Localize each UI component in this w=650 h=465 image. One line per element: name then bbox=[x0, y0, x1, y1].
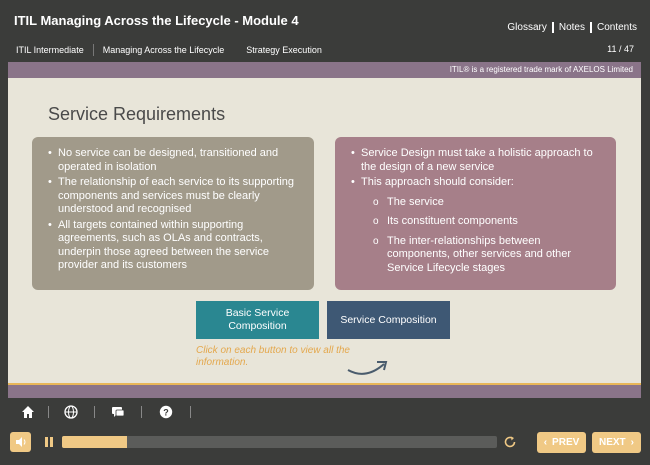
basic-service-composition-button[interactable]: Basic Service Composition bbox=[196, 301, 319, 339]
progress-bar[interactable] bbox=[62, 436, 497, 448]
list-item: All targets contained within supporting … bbox=[48, 219, 298, 273]
replay-icon[interactable] bbox=[503, 435, 517, 449]
course-title: ITIL Managing Across the Lifecycle - Mod… bbox=[14, 13, 299, 28]
list-item: No service can be designed, transitioned… bbox=[48, 147, 298, 174]
player-controls: ‹ PREV NEXT › bbox=[0, 426, 650, 465]
slide-title: Service Requirements bbox=[48, 104, 226, 124]
list-item: This approach should consider: bbox=[351, 176, 600, 190]
home-icon[interactable] bbox=[20, 404, 36, 420]
slide-top-bar: ITIL® is a registered trade mark of AXEL… bbox=[8, 62, 641, 78]
left-info-box: No service can be designed, transitioned… bbox=[32, 137, 314, 290]
chat-icon[interactable] bbox=[110, 404, 126, 420]
breadcrumb: ITIL Intermediate Managing Across the Li… bbox=[16, 44, 322, 56]
svg-text:?: ? bbox=[163, 408, 169, 418]
toolbar-divider bbox=[94, 406, 95, 418]
sub-list-item: The inter-relationships between componen… bbox=[351, 235, 600, 276]
pause-icon bbox=[45, 437, 48, 447]
notes-link[interactable]: Notes bbox=[559, 22, 585, 33]
breadcrumb-item: Strategy Execution bbox=[246, 45, 322, 55]
pause-button[interactable] bbox=[45, 437, 54, 447]
sub-list-item: The service bbox=[351, 196, 600, 210]
chevron-left-icon: ‹ bbox=[543, 437, 548, 448]
link-divider bbox=[589, 22, 592, 33]
service-composition-button[interactable]: Service Composition bbox=[327, 301, 450, 339]
toolbar: ? bbox=[0, 398, 650, 426]
next-button[interactable]: NEXT › bbox=[592, 432, 641, 453]
speaker-icon bbox=[15, 437, 25, 447]
link-divider bbox=[551, 22, 554, 33]
audio-button[interactable] bbox=[10, 432, 31, 452]
page-counter: 11 / 47 bbox=[607, 44, 634, 54]
curved-arrow-icon bbox=[347, 361, 388, 375]
globe-icon[interactable] bbox=[63, 404, 79, 420]
header: ITIL Managing Across the Lifecycle - Mod… bbox=[0, 0, 650, 62]
breadcrumb-item: Managing Across the Lifecycle bbox=[102, 45, 225, 55]
breadcrumb-item: ITIL Intermediate bbox=[16, 45, 84, 55]
breadcrumb-divider bbox=[92, 44, 94, 56]
contents-link[interactable]: Contents bbox=[597, 22, 637, 33]
toolbar-divider bbox=[48, 406, 49, 418]
right-info-box: Service Design must take a holistic appr… bbox=[335, 137, 616, 290]
next-label: NEXT bbox=[598, 437, 626, 448]
slide-content: ITIL® is a registered trade mark of AXEL… bbox=[8, 62, 641, 398]
list-item: Service Design must take a holistic appr… bbox=[351, 147, 600, 174]
slide-bottom-bar bbox=[8, 383, 641, 398]
chevron-right-icon: › bbox=[630, 437, 634, 448]
glossary-link[interactable]: Glossary bbox=[507, 22, 546, 33]
sub-list-item: Its constituent components bbox=[351, 215, 600, 229]
progress-fill bbox=[62, 436, 128, 448]
toolbar-divider bbox=[141, 406, 142, 418]
trademark-notice: ITIL® is a registered trade mark of AXEL… bbox=[449, 65, 633, 74]
prev-button[interactable]: ‹ PREV bbox=[537, 432, 586, 453]
prev-label: PREV bbox=[552, 437, 580, 448]
help-icon[interactable]: ? bbox=[158, 404, 174, 420]
top-links: Glossary Notes Contents bbox=[507, 22, 637, 33]
list-item: The relationship of each service to its … bbox=[48, 176, 298, 217]
toolbar-divider bbox=[190, 406, 191, 418]
